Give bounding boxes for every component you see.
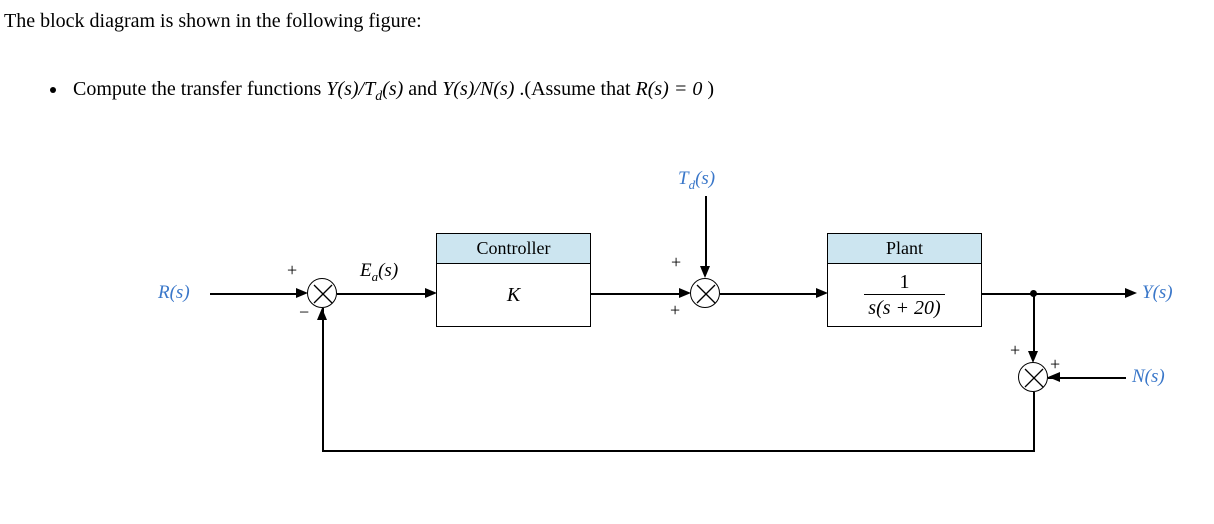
label-Ea: Ea(s): [360, 260, 398, 285]
wire: [1033, 392, 1035, 450]
wire: [591, 293, 681, 295]
wire: [705, 196, 707, 268]
label-R: R(s): [158, 282, 190, 304]
minus-sign: −: [299, 302, 309, 323]
controller-body: K: [437, 264, 590, 326]
plus-sign: +: [670, 300, 680, 321]
plus-sign: +: [287, 260, 297, 281]
arrow-icon: [1125, 288, 1137, 298]
summing-junction-2: [690, 278, 720, 308]
wire: [322, 450, 1035, 452]
label-Td: Td(s): [678, 168, 715, 193]
plant-block: Plant 1 s(s + 20): [827, 233, 982, 327]
plant-body: 1 s(s + 20): [828, 264, 981, 326]
plus-sign: +: [1010, 340, 1020, 361]
bullet-item: Compute the transfer functions Y(s)/Td(s…: [50, 78, 714, 105]
summing-junction-1: [307, 278, 337, 308]
arrow-icon: [317, 308, 327, 320]
wire: [210, 293, 298, 295]
controller-block: Controller K: [436, 233, 591, 327]
plant-header: Plant: [828, 234, 981, 264]
wire: [1033, 293, 1035, 353]
label-N: N(s): [1132, 366, 1165, 388]
summing-junction-3: [1018, 362, 1048, 392]
wire: [720, 293, 818, 295]
block-diagram: R(s) + − Ea(s) Controller K + + Td(s): [0, 160, 1214, 510]
wire: [982, 293, 1127, 295]
wire: [337, 293, 427, 295]
wire: [322, 308, 324, 451]
arrow-icon: [700, 266, 710, 278]
label-Y: Y(s): [1142, 282, 1173, 304]
intro-text: The block diagram is shown in the follow…: [4, 10, 422, 33]
arrow-icon: [1048, 372, 1060, 382]
controller-header: Controller: [437, 234, 590, 264]
plus-sign: +: [671, 252, 681, 273]
